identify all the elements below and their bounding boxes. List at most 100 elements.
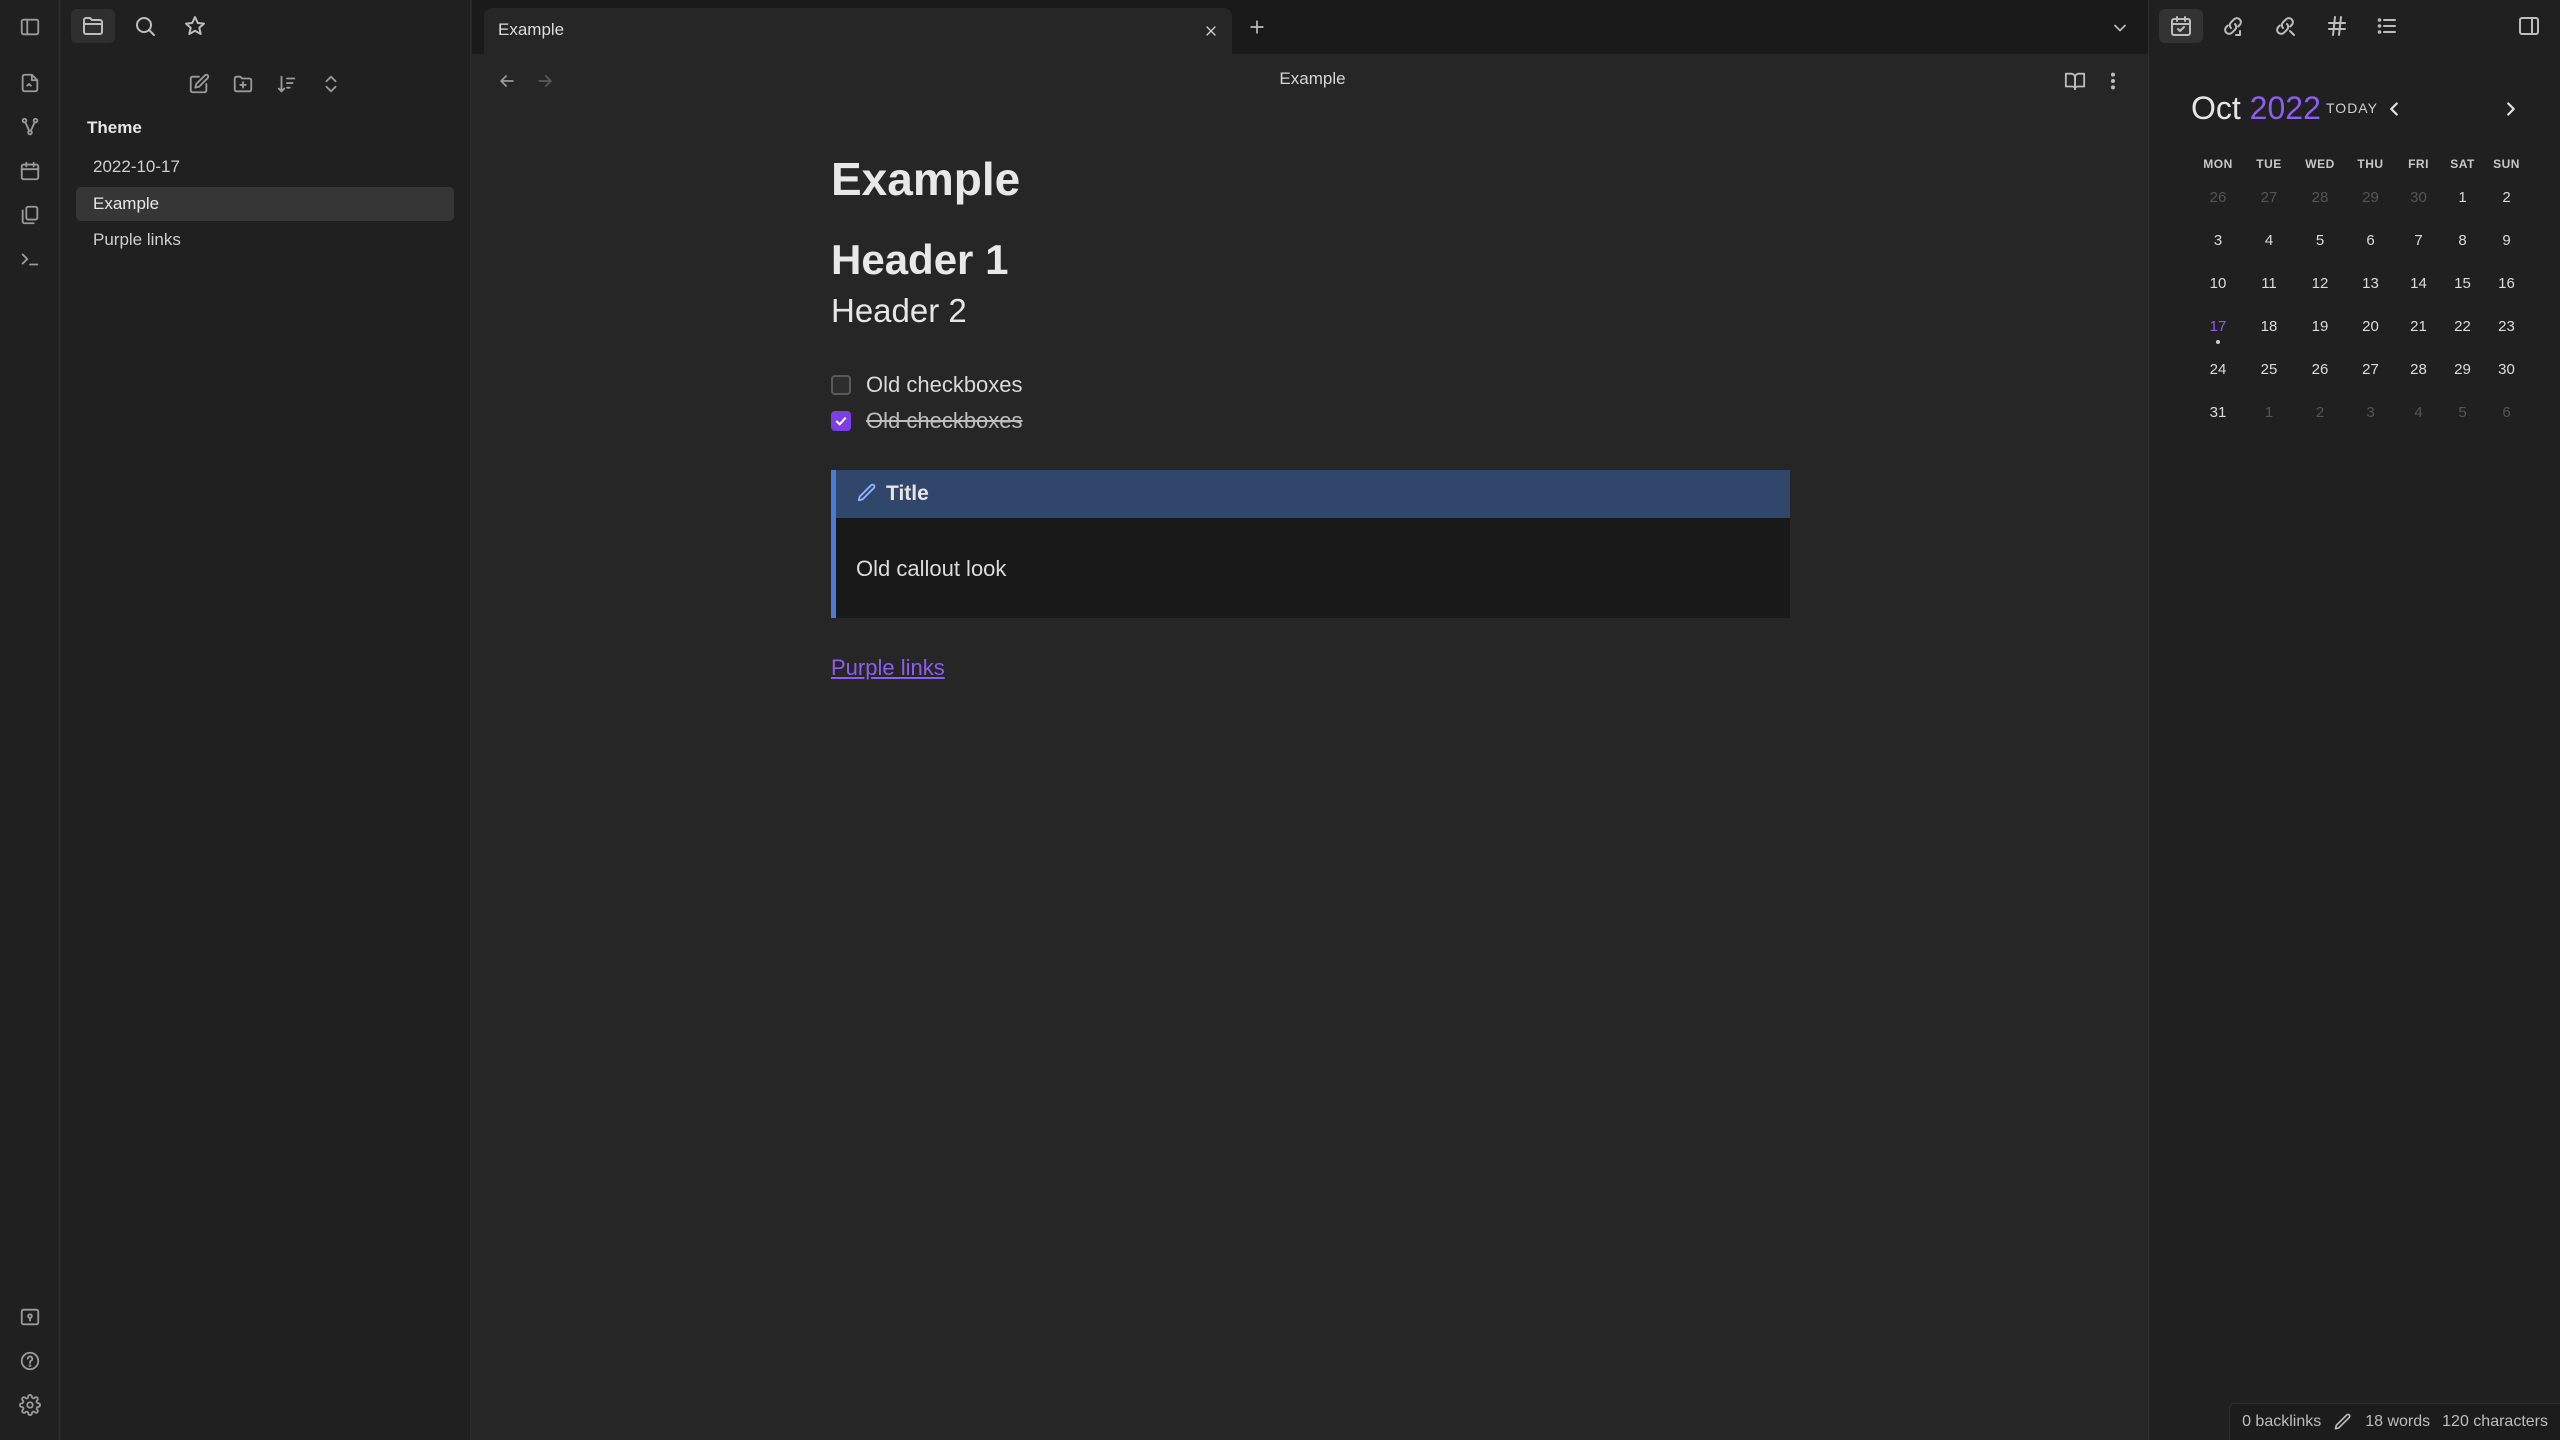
close-tab-icon[interactable] [1200, 20, 1222, 42]
weekday-label: SUN [2493, 157, 2520, 171]
calendar-day[interactable]: 23 [2484, 318, 2529, 335]
new-folder-icon[interactable] [227, 68, 259, 100]
callout: Title Old callout look [831, 470, 1790, 618]
outline-list-icon[interactable] [2365, 9, 2409, 43]
collapse-all-icon[interactable] [315, 68, 347, 100]
calendar-day[interactable]: 4 [2396, 404, 2441, 421]
calendar-day[interactable]: 3 [2345, 404, 2396, 421]
calendar-day[interactable]: 25 [2243, 361, 2295, 378]
task-checked: Old checkboxes [831, 405, 1023, 437]
calendar-day[interactable]: 22 [2441, 318, 2484, 335]
calendar-tab-icon[interactable] [2159, 9, 2203, 43]
calendar-day[interactable]: 28 [2396, 361, 2441, 378]
calendar-day[interactable]: 1 [2243, 404, 2295, 421]
calendar-day[interactable]: 2 [2484, 189, 2529, 206]
weekday-label: THU [2357, 157, 2384, 171]
calendar-day[interactable]: 30 [2484, 361, 2529, 378]
calendar-day[interactable]: 7 [2396, 232, 2441, 249]
outgoing-links-icon[interactable] [2263, 9, 2307, 43]
backlinks-count[interactable]: 0 backlinks [2242, 1413, 2321, 1431]
new-note-icon[interactable] [183, 68, 215, 100]
file-item-example[interactable]: Example [76, 187, 454, 221]
open-vault-icon[interactable] [17, 1304, 43, 1330]
pencil-icon [856, 482, 880, 506]
calendar-day[interactable]: 26 [2295, 361, 2345, 378]
checkbox-unchecked[interactable] [831, 375, 851, 395]
file-explorer-folder-icon[interactable] [71, 9, 115, 43]
calendar-day[interactable]: 6 [2345, 232, 2396, 249]
tab-bar: Example [472, 0, 2148, 54]
tab-list-chevron-down-icon[interactable] [2106, 14, 2134, 42]
left-sidebar-tabs [61, 0, 471, 54]
calendar-day[interactable]: 31 [2193, 404, 2243, 421]
editing-mode-pencil-icon[interactable] [2333, 1412, 2353, 1432]
calendar-day[interactable]: 15 [2441, 275, 2484, 292]
tags-hash-icon[interactable] [2315, 9, 2359, 43]
settings-gear-icon[interactable] [17, 1392, 43, 1418]
internal-link-purple-links[interactable]: Purple links [831, 655, 945, 681]
calendar-day[interactable]: 26 [2193, 189, 2243, 206]
new-tab-plus-icon[interactable] [1242, 12, 1272, 42]
calendar-week: 17 18 19 20 21 22 23 [2193, 305, 2529, 348]
calendar-day[interactable]: 12 [2295, 275, 2345, 292]
tab-example[interactable]: Example [484, 8, 1232, 54]
file-item-purple-links[interactable]: Purple links [76, 223, 454, 257]
bookmarks-star-icon[interactable] [173, 9, 217, 43]
search-icon[interactable] [123, 9, 167, 43]
calendar-day[interactable]: 21 [2396, 318, 2441, 335]
help-icon[interactable] [17, 1348, 43, 1374]
command-palette-icon[interactable] [17, 246, 43, 272]
note-header-title[interactable]: Example [1180, 69, 1445, 89]
callout-header: Title [836, 470, 1790, 518]
calendar-day[interactable]: 13 [2345, 275, 2396, 292]
calendar-day[interactable]: 9 [2484, 232, 2529, 249]
toggle-left-sidebar-icon[interactable] [17, 14, 43, 40]
graph-view-icon[interactable] [17, 114, 43, 140]
backlinks-icon[interactable] [2211, 9, 2255, 43]
reading-view-book-icon[interactable] [2060, 66, 2090, 96]
calendar-day[interactable]: 4 [2243, 232, 2295, 249]
calendar-day[interactable]: 28 [2295, 189, 2345, 206]
calendar-day[interactable]: 14 [2396, 275, 2441, 292]
navigate-back-arrow-icon[interactable] [492, 66, 522, 96]
task-label: Old checkboxes [866, 372, 1023, 397]
calendar-day[interactable]: 2 [2295, 404, 2345, 421]
calendar-day[interactable]: 29 [2441, 361, 2484, 378]
calendar-day[interactable]: 29 [2345, 189, 2396, 206]
calendar-day[interactable]: 30 [2396, 189, 2441, 206]
more-options-icon[interactable] [2098, 66, 2128, 96]
weekday-label: FRI [2408, 157, 2429, 171]
calendar-week: 10 11 12 13 14 15 16 [2193, 262, 2529, 305]
templates-icon[interactable] [17, 202, 43, 228]
character-count: 120 characters [2442, 1413, 2548, 1430]
calendar-day[interactable]: 10 [2193, 275, 2243, 292]
calendar-today-button[interactable]: TODAY [2326, 100, 2378, 116]
toggle-right-sidebar-icon[interactable] [2507, 9, 2551, 43]
calendar-day[interactable]: 3 [2193, 232, 2243, 249]
navigate-forward-arrow-icon[interactable] [530, 66, 560, 96]
daily-note-calendar-icon[interactable] [17, 158, 43, 184]
calendar-day[interactable]: 5 [2441, 404, 2484, 421]
calendar-day[interactable]: 24 [2193, 361, 2243, 378]
sort-order-icon[interactable] [271, 68, 303, 100]
vault-name[interactable]: Theme [87, 118, 142, 138]
open-quick-switcher-icon[interactable] [17, 70, 43, 96]
calendar-day[interactable]: 6 [2484, 404, 2529, 421]
calendar-day[interactable]: 19 [2295, 318, 2345, 335]
calendar-day[interactable]: 8 [2441, 232, 2484, 249]
previous-month-chevron-left-icon[interactable] [2381, 94, 2407, 124]
calendar-day-today[interactable]: 17 [2193, 318, 2243, 344]
calendar-day[interactable]: 27 [2345, 361, 2396, 378]
calendar-day-number: 17 [2209, 318, 2227, 335]
calendar-day[interactable]: 27 [2243, 189, 2295, 206]
calendar-day[interactable]: 20 [2345, 318, 2396, 335]
calendar-day[interactable]: 18 [2243, 318, 2295, 335]
calendar-day[interactable]: 11 [2243, 275, 2295, 292]
file-item-2022-10-17[interactable]: 2022-10-17 [76, 150, 454, 184]
next-month-chevron-right-icon[interactable] [2498, 94, 2524, 124]
calendar-day[interactable]: 16 [2484, 275, 2529, 292]
calendar-day[interactable]: 5 [2295, 232, 2345, 249]
note-inline-title[interactable]: Example [831, 152, 1020, 206]
checkbox-checked[interactable] [831, 411, 851, 431]
calendar-day[interactable]: 1 [2441, 189, 2484, 206]
